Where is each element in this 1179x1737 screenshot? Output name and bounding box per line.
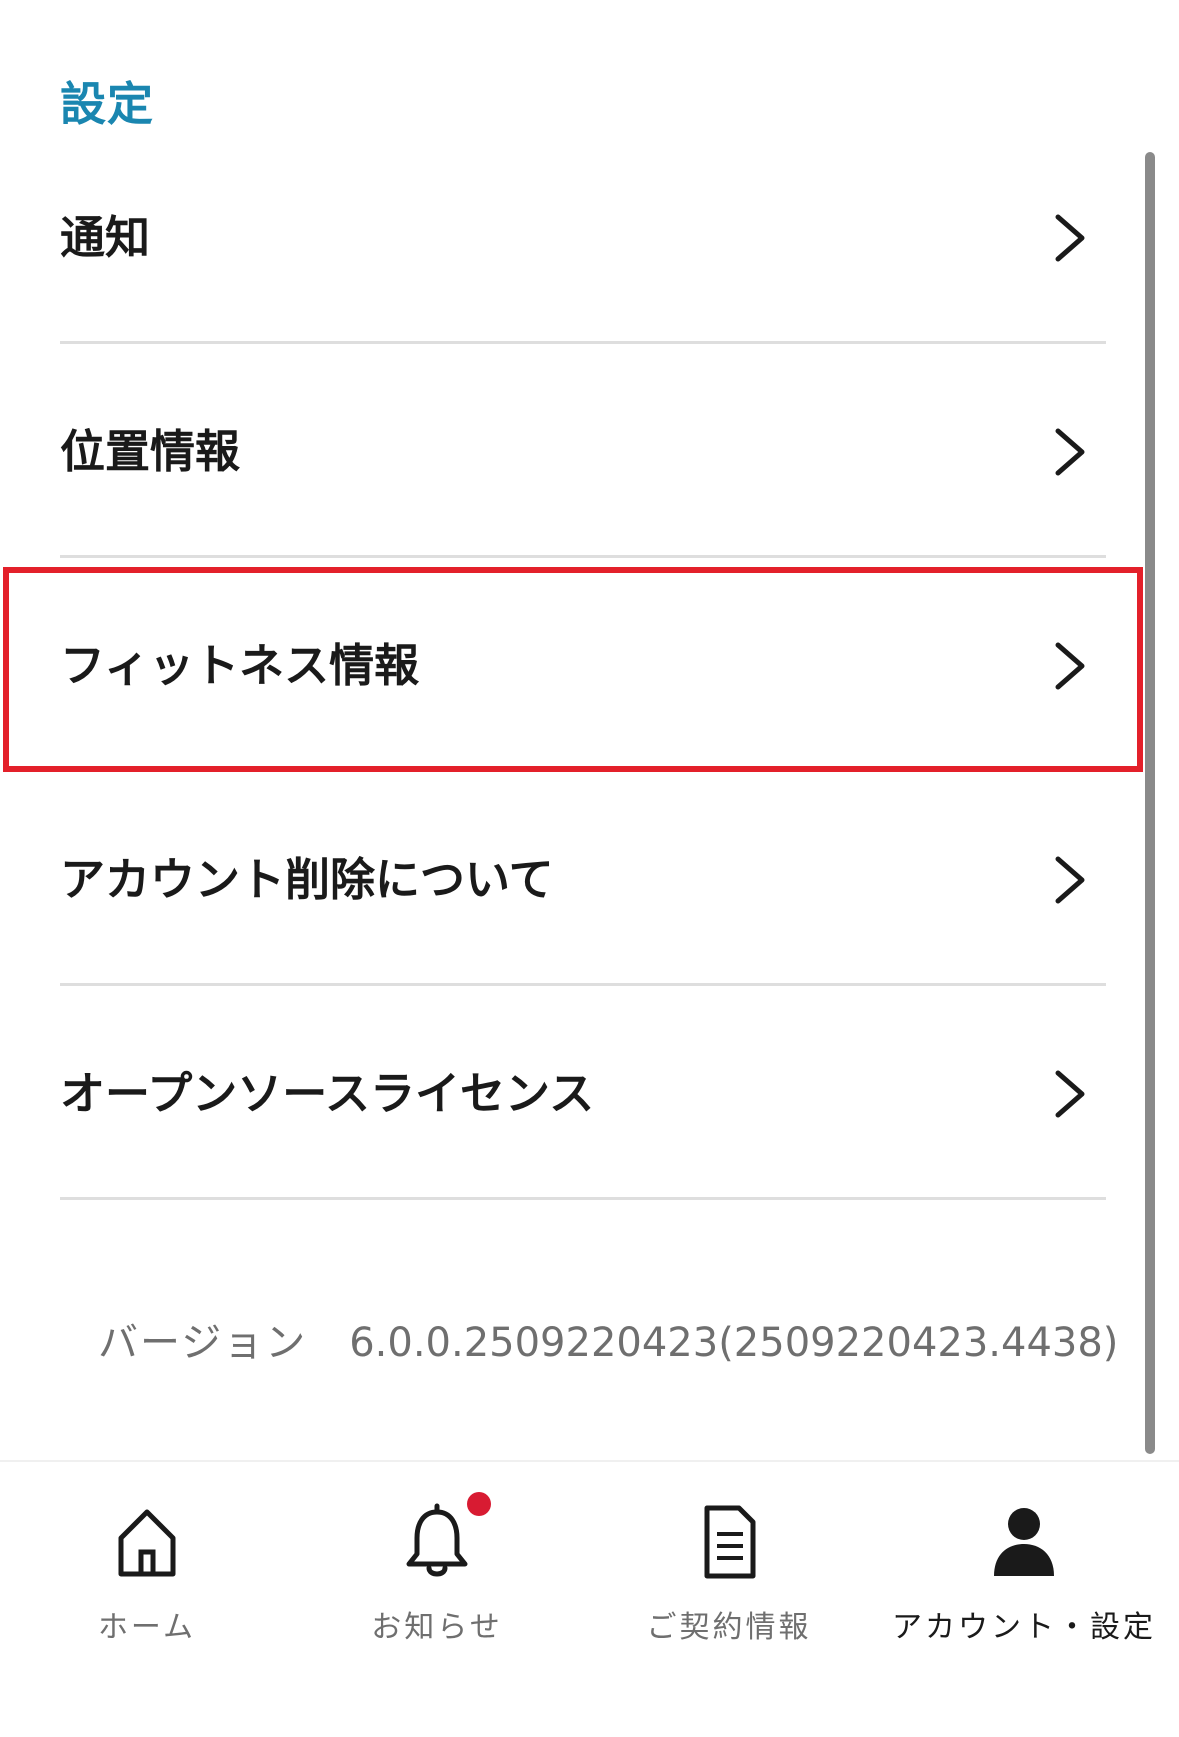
menu-item-label: 位置情報 <box>60 425 241 478</box>
tab-contract-info[interactable]: ご契約情報 <box>584 1462 874 1662</box>
menu-item-label: アカウント削除について <box>60 853 554 906</box>
menu-item-notifications[interactable]: 通知 <box>60 130 1106 344</box>
scrollbar[interactable] <box>1145 152 1155 1454</box>
menu-item-open-source-licenses[interactable]: オープンソースライセンス <box>60 986 1106 1200</box>
menu-item-delete-account[interactable]: アカウント削除について <box>60 772 1106 986</box>
chevron-right-icon <box>1055 1070 1085 1118</box>
version-value: 6.0.0.2509220423(2509220423.4438) <box>349 1320 1119 1366</box>
menu-item-label: 通知 <box>60 211 151 264</box>
person-icon <box>994 1508 1054 1576</box>
chevron-right-icon <box>1055 856 1085 904</box>
bottom-tab-bar: ホーム お知らせ ご契約情報 アカウント・設定 <box>0 1460 1179 1737</box>
menu-item-location[interactable]: 位置情報 <box>60 344 1106 558</box>
section-title: 設定 <box>60 77 154 131</box>
highlight-box <box>3 567 1143 772</box>
tab-label: ホーム <box>97 1610 197 1645</box>
bell-icon <box>406 1503 468 1577</box>
menu-item-label: オープンソースライセンス <box>60 1067 595 1120</box>
tab-notifications[interactable]: お知らせ <box>292 1462 582 1662</box>
chevron-right-icon <box>1055 428 1085 476</box>
tab-account-settings[interactable]: アカウント・設定 <box>874 1462 1174 1662</box>
tab-label: アカウント・設定 <box>892 1610 1156 1645</box>
notification-badge <box>467 1492 491 1516</box>
version-info: バージョン 6.0.0.2509220423(2509220423.4438) <box>98 1310 1118 1368</box>
tab-label: お知らせ <box>371 1610 503 1645</box>
home-icon <box>118 1509 176 1577</box>
document-icon <box>704 1505 756 1579</box>
tab-home[interactable]: ホーム <box>2 1462 292 1662</box>
chevron-right-icon <box>1055 214 1085 262</box>
version-label: バージョン <box>98 1320 308 1366</box>
tab-label: ご契約情報 <box>646 1610 812 1645</box>
